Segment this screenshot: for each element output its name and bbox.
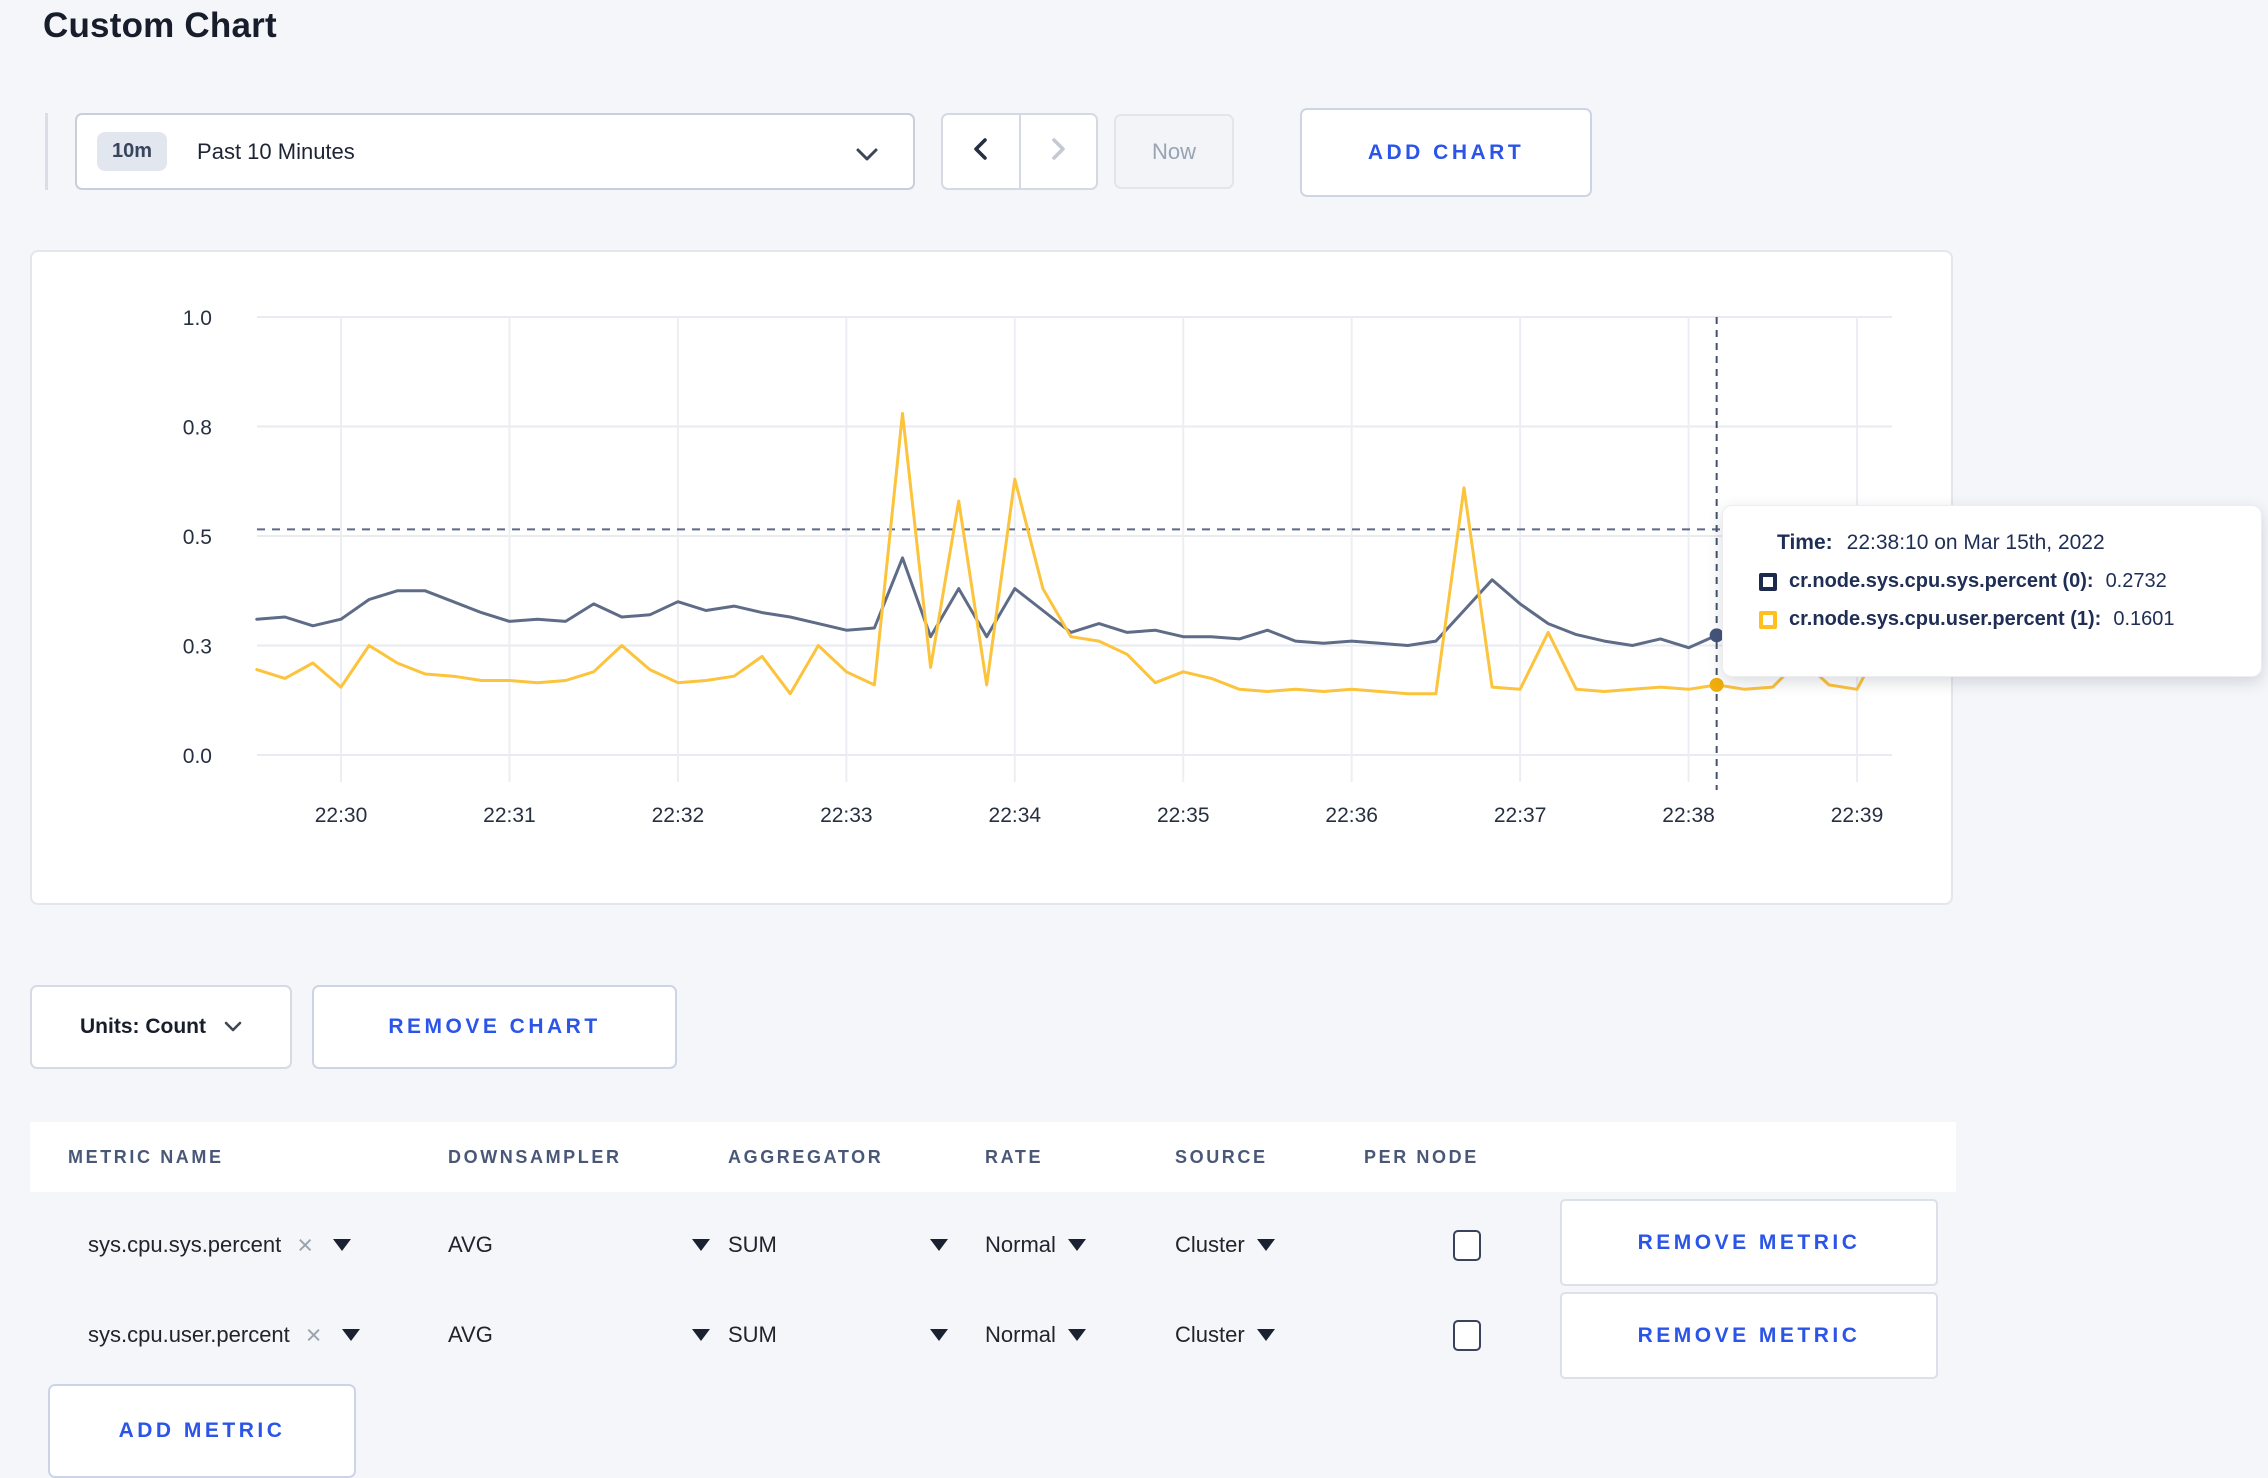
clear-metric-icon[interactable]: × bbox=[297, 1231, 313, 1259]
prev-window-button[interactable] bbox=[943, 115, 1021, 188]
col-header-metric-name: METRIC NAME bbox=[68, 1147, 224, 1167]
tooltip-series-name: cr.node.sys.cpu.sys.percent (0): bbox=[1789, 570, 2094, 592]
svg-text:0.0: 0.0 bbox=[183, 745, 212, 768]
source-value: Cluster bbox=[1175, 1232, 1245, 1257]
units-dropdown[interactable]: Units: Count bbox=[30, 985, 292, 1069]
tooltip-series-value: 0.1601 bbox=[2113, 608, 2175, 630]
remove-chart-label: REMOVE CHART bbox=[388, 1015, 601, 1038]
aggregator-value: SUM bbox=[728, 1322, 777, 1347]
time-window-nav bbox=[941, 113, 1098, 190]
caret-down-icon bbox=[692, 1329, 710, 1341]
source-select[interactable]: Cluster bbox=[1175, 1203, 1275, 1287]
svg-text:22:35: 22:35 bbox=[1157, 804, 1210, 827]
downsampler-value: AVG bbox=[448, 1322, 493, 1347]
remove-metric-label: REMOVE METRIC bbox=[1637, 1323, 1861, 1347]
remove-metric-button[interactable]: REMOVE METRIC bbox=[1560, 1292, 1938, 1379]
units-dropdown-label: Units: Count bbox=[80, 1015, 206, 1038]
clear-metric-icon[interactable]: × bbox=[306, 1321, 322, 1349]
caret-down-icon[interactable] bbox=[332, 1239, 351, 1251]
remove-chart-button[interactable]: REMOVE CHART bbox=[312, 985, 677, 1069]
now-button[interactable]: Now bbox=[1114, 114, 1234, 189]
chevron-down-icon bbox=[855, 147, 879, 167]
source-value: Cluster bbox=[1175, 1322, 1245, 1347]
caret-down-icon bbox=[930, 1329, 948, 1341]
tooltip-time-label: Time: bbox=[1777, 531, 1833, 554]
metrics-table-header: METRIC NAME DOWNSAMPLER AGGREGATOR RATE … bbox=[30, 1122, 1956, 1192]
series-swatch-sys bbox=[1759, 572, 1777, 591]
svg-text:22:32: 22:32 bbox=[652, 804, 705, 827]
rate-select[interactable]: Normal bbox=[985, 1203, 1086, 1287]
caret-down-icon bbox=[1256, 1329, 1275, 1341]
tooltip-time-value: 22:38:10 on Mar 15th, 2022 bbox=[1846, 531, 2105, 554]
col-header-downsampler: DOWNSAMPLER bbox=[448, 1147, 622, 1167]
svg-text:0.5: 0.5 bbox=[183, 526, 212, 549]
add-metric-button[interactable]: ADD METRIC bbox=[48, 1384, 356, 1478]
time-range-badge: 10m bbox=[97, 132, 168, 171]
add-chart-button[interactable]: ADD CHART bbox=[1300, 108, 1592, 197]
metric-name-value: sys.cpu.user.percent bbox=[88, 1322, 290, 1347]
next-window-button[interactable] bbox=[1021, 115, 1097, 188]
tooltip-series-value: 0.2732 bbox=[2105, 570, 2167, 592]
svg-text:22:33: 22:33 bbox=[820, 804, 873, 827]
svg-text:22:39: 22:39 bbox=[1831, 804, 1884, 827]
chevron-down-icon bbox=[224, 1015, 242, 1039]
toolbar-divider bbox=[45, 113, 48, 190]
metric-name-select[interactable]: sys.cpu.sys.percent × bbox=[88, 1203, 351, 1287]
col-header-source: SOURCE bbox=[1175, 1147, 1268, 1167]
time-range-select[interactable]: 10m Past 10 Minutes bbox=[75, 113, 915, 190]
series-swatch-user bbox=[1759, 610, 1777, 629]
svg-text:0.3: 0.3 bbox=[183, 636, 212, 659]
svg-text:22:30: 22:30 bbox=[315, 804, 368, 827]
chart-panel: 1.0 0.8 0.5 0.3 0.0 22:30 22:31 22:32 22:33 22:34… bbox=[30, 250, 1953, 905]
caret-down-icon bbox=[1256, 1239, 1275, 1251]
svg-text:22:34: 22:34 bbox=[989, 804, 1042, 827]
caret-down-icon bbox=[692, 1239, 710, 1251]
page-title: Custom Chart bbox=[43, 6, 277, 45]
per-node-checkbox[interactable] bbox=[1453, 1319, 1481, 1351]
chevron-right-icon bbox=[1045, 135, 1071, 168]
remove-metric-label: REMOVE METRIC bbox=[1637, 1230, 1861, 1254]
downsampler-value: AVG bbox=[448, 1232, 493, 1257]
svg-text:22:36: 22:36 bbox=[1325, 804, 1378, 827]
chart-canvas[interactable]: 1.0 0.8 0.5 0.3 0.0 22:30 22:31 22:32 22:33 22:34… bbox=[32, 252, 1951, 903]
caret-down-icon[interactable] bbox=[341, 1329, 360, 1341]
time-range-label: Past 10 Minutes bbox=[197, 138, 355, 164]
downsampler-select[interactable]: AVG bbox=[448, 1293, 710, 1377]
metric-name-value: sys.cpu.sys.percent bbox=[88, 1232, 282, 1257]
add-metric-label: ADD METRIC bbox=[118, 1419, 286, 1442]
now-button-label: Now bbox=[1151, 138, 1196, 164]
remove-metric-button[interactable]: REMOVE METRIC bbox=[1560, 1199, 1938, 1286]
chart-tooltip: Time: 22:38:10 on Mar 15th, 2022 cr.node… bbox=[1722, 505, 2262, 677]
svg-text:22:31: 22:31 bbox=[483, 804, 536, 827]
svg-text:1.0: 1.0 bbox=[183, 307, 212, 330]
downsampler-select[interactable]: AVG bbox=[448, 1203, 710, 1287]
per-node-checkbox[interactable] bbox=[1453, 1229, 1481, 1261]
caret-down-icon bbox=[1067, 1239, 1086, 1251]
svg-text:22:37: 22:37 bbox=[1494, 804, 1547, 827]
metric-name-select[interactable]: sys.cpu.user.percent × bbox=[88, 1293, 360, 1377]
aggregator-value: SUM bbox=[728, 1232, 777, 1257]
chevron-left-icon bbox=[968, 135, 994, 168]
svg-text:22:38: 22:38 bbox=[1662, 804, 1715, 827]
col-header-aggregator: AGGREGATOR bbox=[728, 1147, 884, 1167]
tooltip-series-name: cr.node.sys.cpu.user.percent (1): bbox=[1789, 608, 2102, 630]
col-header-rate: RATE bbox=[985, 1147, 1044, 1167]
rate-select[interactable]: Normal bbox=[985, 1293, 1086, 1377]
add-chart-label: ADD CHART bbox=[1367, 140, 1525, 164]
col-header-per-node: PER NODE bbox=[1364, 1147, 1479, 1167]
svg-text:0.8: 0.8 bbox=[183, 417, 212, 440]
custom-chart-page: Custom Chart 10m Past 10 Minutes Now ADD… bbox=[0, 0, 2268, 1478]
rate-value: Normal bbox=[985, 1232, 1056, 1257]
caret-down-icon bbox=[1067, 1329, 1086, 1341]
aggregator-select[interactable]: SUM bbox=[728, 1293, 948, 1377]
rate-value: Normal bbox=[985, 1322, 1056, 1347]
caret-down-icon bbox=[930, 1239, 948, 1251]
source-select[interactable]: Cluster bbox=[1175, 1293, 1275, 1377]
aggregator-select[interactable]: SUM bbox=[728, 1203, 948, 1287]
